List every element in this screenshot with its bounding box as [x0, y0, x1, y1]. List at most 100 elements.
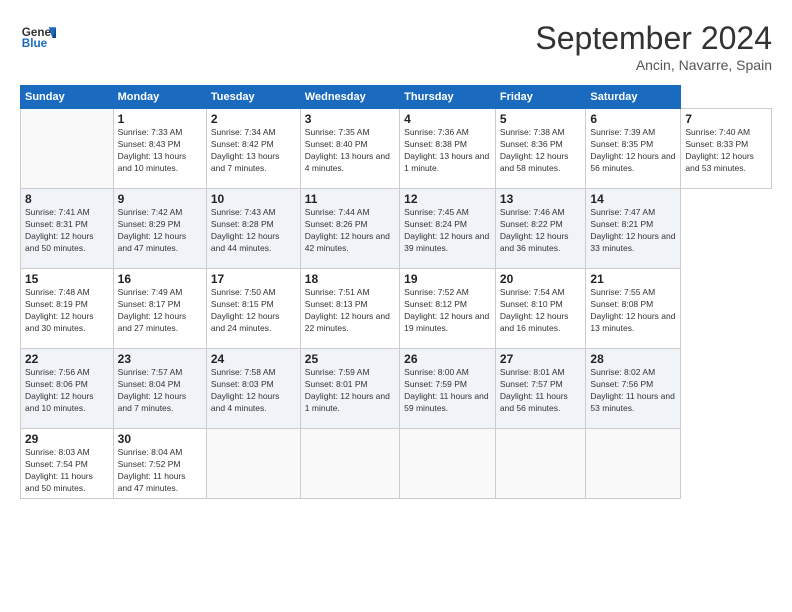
- calendar-day-header: Friday: [495, 86, 586, 109]
- calendar-cell: 15Sunrise: 7:48 AM Sunset: 8:19 PM Dayli…: [21, 269, 114, 349]
- day-info: Sunrise: 7:48 AM Sunset: 8:19 PM Dayligh…: [25, 287, 109, 335]
- calendar-cell: 5Sunrise: 7:38 AM Sunset: 8:36 PM Daylig…: [495, 109, 586, 189]
- calendar-cell: 22Sunrise: 7:56 AM Sunset: 8:06 PM Dayli…: [21, 349, 114, 429]
- day-info: Sunrise: 8:03 AM Sunset: 7:54 PM Dayligh…: [25, 447, 109, 495]
- day-number: 28: [590, 352, 676, 366]
- day-number: 9: [118, 192, 202, 206]
- day-info: Sunrise: 7:44 AM Sunset: 8:26 PM Dayligh…: [305, 207, 395, 255]
- day-number: 8: [25, 192, 109, 206]
- title-area: September 2024 Ancin, Navarre, Spain: [535, 20, 772, 73]
- month-title: September 2024: [535, 20, 772, 57]
- calendar-day-header: Wednesday: [300, 86, 399, 109]
- day-number: 24: [211, 352, 296, 366]
- logo-icon: General Blue: [20, 20, 56, 56]
- day-info: Sunrise: 7:46 AM Sunset: 8:22 PM Dayligh…: [500, 207, 582, 255]
- calendar-cell: 29Sunrise: 8:03 AM Sunset: 7:54 PM Dayli…: [21, 429, 114, 499]
- day-info: Sunrise: 7:57 AM Sunset: 8:04 PM Dayligh…: [118, 367, 202, 415]
- day-info: Sunrise: 7:52 AM Sunset: 8:12 PM Dayligh…: [404, 287, 491, 335]
- day-info: Sunrise: 7:34 AM Sunset: 8:42 PM Dayligh…: [211, 127, 296, 175]
- day-info: Sunrise: 7:43 AM Sunset: 8:28 PM Dayligh…: [211, 207, 296, 255]
- day-number: 27: [500, 352, 582, 366]
- day-number: 11: [305, 192, 395, 206]
- day-info: Sunrise: 7:59 AM Sunset: 8:01 PM Dayligh…: [305, 367, 395, 415]
- calendar-cell: 12Sunrise: 7:45 AM Sunset: 8:24 PM Dayli…: [400, 189, 496, 269]
- day-number: 3: [305, 112, 395, 126]
- day-info: Sunrise: 7:38 AM Sunset: 8:36 PM Dayligh…: [500, 127, 582, 175]
- day-number: 2: [211, 112, 296, 126]
- calendar-cell: 3Sunrise: 7:35 AM Sunset: 8:40 PM Daylig…: [300, 109, 399, 189]
- calendar-cell: 18Sunrise: 7:51 AM Sunset: 8:13 PM Dayli…: [300, 269, 399, 349]
- calendar-cell: [206, 429, 300, 499]
- day-number: 7: [685, 112, 767, 126]
- calendar-cell: 14Sunrise: 7:47 AM Sunset: 8:21 PM Dayli…: [586, 189, 681, 269]
- day-info: Sunrise: 7:58 AM Sunset: 8:03 PM Dayligh…: [211, 367, 296, 415]
- calendar-cell: 4Sunrise: 7:36 AM Sunset: 8:38 PM Daylig…: [400, 109, 496, 189]
- day-info: Sunrise: 7:39 AM Sunset: 8:35 PM Dayligh…: [590, 127, 676, 175]
- calendar-cell: 6Sunrise: 7:39 AM Sunset: 8:35 PM Daylig…: [586, 109, 681, 189]
- calendar-cell: 2Sunrise: 7:34 AM Sunset: 8:42 PM Daylig…: [206, 109, 300, 189]
- calendar-cell: 7Sunrise: 7:40 AM Sunset: 8:33 PM Daylig…: [681, 109, 772, 189]
- logo: General Blue: [20, 20, 56, 56]
- day-info: Sunrise: 7:35 AM Sunset: 8:40 PM Dayligh…: [305, 127, 395, 175]
- day-number: 29: [25, 432, 109, 446]
- day-number: 22: [25, 352, 109, 366]
- calendar-day-header: Thursday: [400, 86, 496, 109]
- calendar-cell: 19Sunrise: 7:52 AM Sunset: 8:12 PM Dayli…: [400, 269, 496, 349]
- day-number: 18: [305, 272, 395, 286]
- day-number: 30: [118, 432, 202, 446]
- calendar-cell: [300, 429, 399, 499]
- day-info: Sunrise: 7:45 AM Sunset: 8:24 PM Dayligh…: [404, 207, 491, 255]
- day-number: 15: [25, 272, 109, 286]
- day-info: Sunrise: 7:56 AM Sunset: 8:06 PM Dayligh…: [25, 367, 109, 415]
- calendar-cell: [495, 429, 586, 499]
- day-number: 4: [404, 112, 491, 126]
- calendar-cell: 9Sunrise: 7:42 AM Sunset: 8:29 PM Daylig…: [113, 189, 206, 269]
- calendar-day-header: Tuesday: [206, 86, 300, 109]
- day-number: 25: [305, 352, 395, 366]
- calendar: SundayMondayTuesdayWednesdayThursdayFrid…: [20, 85, 772, 499]
- day-info: Sunrise: 7:49 AM Sunset: 8:17 PM Dayligh…: [118, 287, 202, 335]
- location: Ancin, Navarre, Spain: [535, 57, 772, 73]
- calendar-cell: 21Sunrise: 7:55 AM Sunset: 8:08 PM Dayli…: [586, 269, 681, 349]
- calendar-cell: 8Sunrise: 7:41 AM Sunset: 8:31 PM Daylig…: [21, 189, 114, 269]
- calendar-cell: [586, 429, 681, 499]
- day-info: Sunrise: 7:41 AM Sunset: 8:31 PM Dayligh…: [25, 207, 109, 255]
- day-number: 20: [500, 272, 582, 286]
- day-number: 5: [500, 112, 582, 126]
- calendar-cell: 16Sunrise: 7:49 AM Sunset: 8:17 PM Dayli…: [113, 269, 206, 349]
- day-number: 16: [118, 272, 202, 286]
- calendar-cell: 27Sunrise: 8:01 AM Sunset: 7:57 PM Dayli…: [495, 349, 586, 429]
- calendar-cell: 20Sunrise: 7:54 AM Sunset: 8:10 PM Dayli…: [495, 269, 586, 349]
- day-number: 6: [590, 112, 676, 126]
- day-info: Sunrise: 8:04 AM Sunset: 7:52 PM Dayligh…: [118, 447, 202, 495]
- calendar-cell: 17Sunrise: 7:50 AM Sunset: 8:15 PM Dayli…: [206, 269, 300, 349]
- calendar-cell: 10Sunrise: 7:43 AM Sunset: 8:28 PM Dayli…: [206, 189, 300, 269]
- day-info: Sunrise: 8:02 AM Sunset: 7:56 PM Dayligh…: [590, 367, 676, 415]
- day-info: Sunrise: 7:55 AM Sunset: 8:08 PM Dayligh…: [590, 287, 676, 335]
- calendar-cell: 26Sunrise: 8:00 AM Sunset: 7:59 PM Dayli…: [400, 349, 496, 429]
- day-number: 19: [404, 272, 491, 286]
- day-info: Sunrise: 7:40 AM Sunset: 8:33 PM Dayligh…: [685, 127, 767, 175]
- day-number: 10: [211, 192, 296, 206]
- calendar-cell: 11Sunrise: 7:44 AM Sunset: 8:26 PM Dayli…: [300, 189, 399, 269]
- day-number: 26: [404, 352, 491, 366]
- day-info: Sunrise: 7:36 AM Sunset: 8:38 PM Dayligh…: [404, 127, 491, 175]
- day-info: Sunrise: 7:47 AM Sunset: 8:21 PM Dayligh…: [590, 207, 676, 255]
- calendar-day-header: Saturday: [586, 86, 681, 109]
- calendar-cell: 30Sunrise: 8:04 AM Sunset: 7:52 PM Dayli…: [113, 429, 206, 499]
- calendar-cell: 1Sunrise: 7:33 AM Sunset: 8:43 PM Daylig…: [113, 109, 206, 189]
- calendar-cell: [400, 429, 496, 499]
- calendar-day-header: Monday: [113, 86, 206, 109]
- calendar-cell: 24Sunrise: 7:58 AM Sunset: 8:03 PM Dayli…: [206, 349, 300, 429]
- day-info: Sunrise: 7:33 AM Sunset: 8:43 PM Dayligh…: [118, 127, 202, 175]
- day-number: 17: [211, 272, 296, 286]
- day-info: Sunrise: 7:54 AM Sunset: 8:10 PM Dayligh…: [500, 287, 582, 335]
- day-number: 13: [500, 192, 582, 206]
- calendar-day-header: Sunday: [21, 86, 114, 109]
- day-info: Sunrise: 7:42 AM Sunset: 8:29 PM Dayligh…: [118, 207, 202, 255]
- calendar-cell: 23Sunrise: 7:57 AM Sunset: 8:04 PM Dayli…: [113, 349, 206, 429]
- day-info: Sunrise: 7:50 AM Sunset: 8:15 PM Dayligh…: [211, 287, 296, 335]
- calendar-cell: 13Sunrise: 7:46 AM Sunset: 8:22 PM Dayli…: [495, 189, 586, 269]
- svg-text:Blue: Blue: [22, 37, 48, 50]
- calendar-cell: 28Sunrise: 8:02 AM Sunset: 7:56 PM Dayli…: [586, 349, 681, 429]
